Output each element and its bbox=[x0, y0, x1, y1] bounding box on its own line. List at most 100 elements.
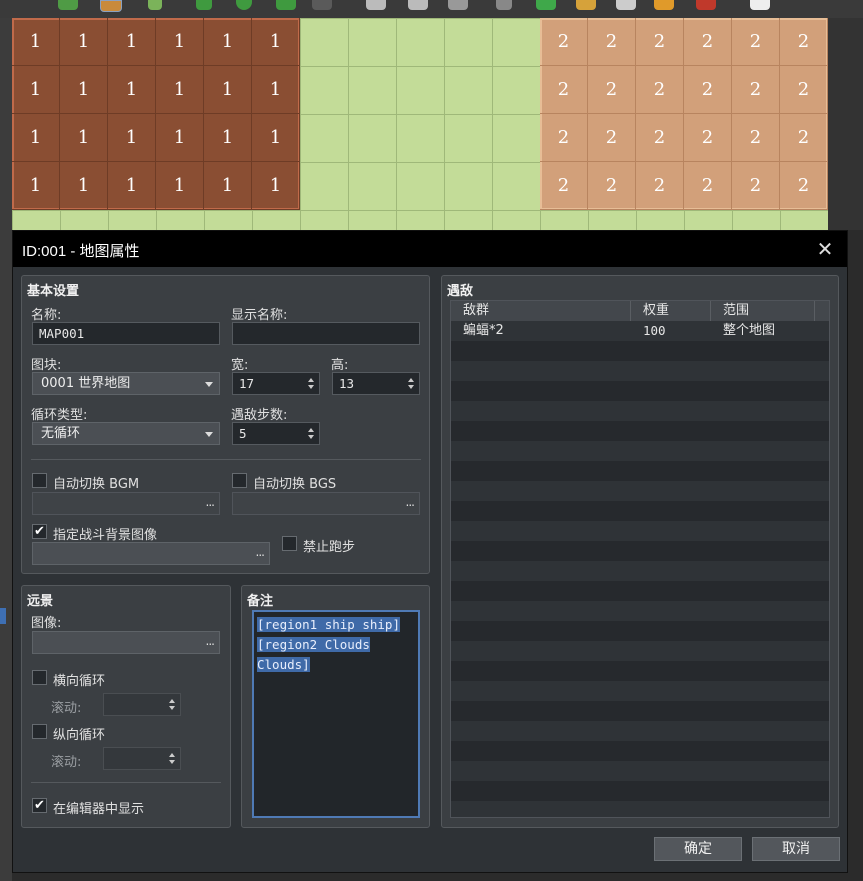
table-row[interactable] bbox=[451, 761, 829, 781]
playtest-icon[interactable] bbox=[696, 0, 716, 10]
region-1-area: 111111111111111111111111 bbox=[12, 18, 300, 210]
show-in-editor-checkbox[interactable]: ✔ bbox=[32, 798, 47, 813]
spin-up-icon[interactable] bbox=[308, 378, 314, 382]
region-tile-label: 1 bbox=[204, 114, 252, 162]
rectangle-icon[interactable] bbox=[196, 0, 212, 10]
ellipse-icon[interactable] bbox=[236, 0, 252, 10]
parallax-image-browse[interactable]: ... bbox=[32, 631, 220, 654]
table-row[interactable] bbox=[451, 461, 829, 481]
table-row[interactable] bbox=[451, 661, 829, 681]
table-row[interactable] bbox=[451, 341, 829, 361]
table-row[interactable] bbox=[451, 681, 829, 701]
zoom-reset-icon[interactable] bbox=[448, 0, 468, 10]
map-layer-icon[interactable] bbox=[58, 0, 78, 10]
spin-up-icon[interactable] bbox=[308, 428, 314, 432]
database-icon[interactable] bbox=[536, 0, 556, 10]
tileset-select[interactable]: 0001 世界地图 bbox=[32, 372, 220, 395]
spin-up-icon[interactable] bbox=[408, 378, 414, 382]
spin-down-icon[interactable] bbox=[169, 760, 175, 764]
tileset-label: 图块: bbox=[31, 358, 62, 373]
column-range[interactable]: 范围 bbox=[711, 301, 815, 321]
chevron-down-icon bbox=[205, 432, 213, 437]
table-row[interactable] bbox=[451, 701, 829, 721]
table-row[interactable] bbox=[451, 641, 829, 661]
event-layer-icon[interactable] bbox=[100, 0, 122, 12]
table-row[interactable] bbox=[451, 441, 829, 461]
table-row[interactable] bbox=[451, 521, 829, 541]
spin-down-icon[interactable] bbox=[308, 435, 314, 439]
table-row[interactable] bbox=[451, 581, 829, 601]
table-row[interactable] bbox=[451, 421, 829, 441]
note-textarea[interactable]: [region1 ship ship] [region2 Clouds Clou… bbox=[252, 610, 420, 818]
scroll-h-stepper[interactable] bbox=[103, 693, 181, 716]
loop-vertical-checkbox[interactable] bbox=[32, 724, 47, 739]
ok-button[interactable]: 确定 bbox=[654, 837, 742, 861]
basic-settings-title: 基本设置 bbox=[27, 284, 80, 299]
table-row[interactable] bbox=[451, 381, 829, 401]
table-row[interactable]: 蝙蝠*2 100 整个地图 bbox=[451, 321, 829, 341]
table-row[interactable] bbox=[451, 401, 829, 421]
region-tile-label: 2 bbox=[540, 114, 588, 162]
region-tile-label: 1 bbox=[108, 66, 156, 114]
table-row[interactable] bbox=[451, 361, 829, 381]
battleback-browse-field[interactable]: ... bbox=[32, 542, 270, 565]
table-row[interactable] bbox=[451, 481, 829, 501]
map-canvas[interactable]: 111111111111111111111111 222222222222222… bbox=[12, 18, 828, 230]
section-divider bbox=[31, 782, 221, 783]
loop-horizontal-checkbox[interactable] bbox=[32, 670, 47, 685]
encounter-table[interactable]: 敌群 权重 范围 蝙蝠*2 100 整个地图 bbox=[450, 300, 830, 818]
height-stepper[interactable]: 13 bbox=[332, 372, 420, 395]
encounter-steps-stepper[interactable]: 5 bbox=[232, 422, 320, 445]
region-tile-label: 1 bbox=[204, 162, 252, 210]
plugin-icon[interactable] bbox=[576, 0, 596, 10]
shadow-pen-icon[interactable] bbox=[312, 0, 332, 10]
table-row[interactable] bbox=[451, 541, 829, 561]
scroll-type-select[interactable]: 无循环 bbox=[32, 422, 220, 445]
document-icon[interactable] bbox=[750, 0, 770, 10]
autoplay-bgs-checkbox[interactable] bbox=[232, 473, 247, 488]
table-row[interactable] bbox=[451, 741, 829, 761]
table-row[interactable] bbox=[451, 601, 829, 621]
spin-down-icon[interactable] bbox=[169, 706, 175, 710]
cancel-button[interactable]: 取消 bbox=[752, 837, 840, 861]
width-stepper[interactable]: 17 bbox=[232, 372, 320, 395]
scroll-type-label: 循环类型: bbox=[31, 408, 88, 423]
sound-test-icon[interactable] bbox=[616, 0, 636, 10]
table-row[interactable] bbox=[451, 501, 829, 521]
zoom-out-icon[interactable] bbox=[408, 0, 428, 10]
zoom-in-icon[interactable] bbox=[366, 0, 386, 10]
close-button[interactable]: ✕ bbox=[813, 237, 837, 261]
event-search-icon[interactable] bbox=[654, 0, 674, 10]
spin-down-icon[interactable] bbox=[308, 385, 314, 389]
gear-icon[interactable] bbox=[496, 0, 512, 10]
pencil-icon[interactable] bbox=[148, 0, 162, 10]
table-row[interactable] bbox=[451, 781, 829, 801]
column-troop[interactable]: 敌群 bbox=[451, 301, 631, 321]
cell-range: 整个地图 bbox=[723, 323, 776, 338]
spin-down-icon[interactable] bbox=[408, 385, 414, 389]
bgs-browse-field[interactable]: ... bbox=[232, 492, 420, 515]
region-tile-label: 1 bbox=[108, 18, 156, 66]
encounter-steps-label: 遇敌步数: bbox=[231, 408, 288, 423]
disable-dash-checkbox[interactable] bbox=[282, 536, 297, 551]
table-row[interactable] bbox=[451, 721, 829, 741]
display-name-label: 显示名称: bbox=[231, 308, 288, 323]
region-tile-label: 1 bbox=[12, 66, 60, 114]
region-tile-label: 2 bbox=[780, 162, 828, 210]
name-label: 名称: bbox=[31, 308, 62, 323]
spin-up-icon[interactable] bbox=[169, 753, 175, 757]
bgm-browse-field[interactable]: ... bbox=[32, 492, 220, 515]
scroll-v-stepper[interactable] bbox=[103, 747, 181, 770]
note-line: [region1 ship ship] bbox=[257, 617, 400, 632]
name-field[interactable]: MAP001 bbox=[32, 322, 220, 345]
display-name-field[interactable] bbox=[232, 322, 420, 345]
spin-up-icon[interactable] bbox=[169, 699, 175, 703]
table-row[interactable] bbox=[451, 621, 829, 641]
basic-settings-panel: 基本设置 名称: MAP001 显示名称: 图块: 0001 世界地图 宽: 1… bbox=[21, 275, 430, 574]
battleback-checkbox[interactable]: ✔ bbox=[32, 524, 47, 539]
fill-icon[interactable] bbox=[276, 0, 296, 10]
column-weight[interactable]: 权重 bbox=[631, 301, 711, 321]
table-row[interactable] bbox=[451, 561, 829, 581]
table-row[interactable] bbox=[451, 801, 829, 817]
autoplay-bgm-checkbox[interactable] bbox=[32, 473, 47, 488]
